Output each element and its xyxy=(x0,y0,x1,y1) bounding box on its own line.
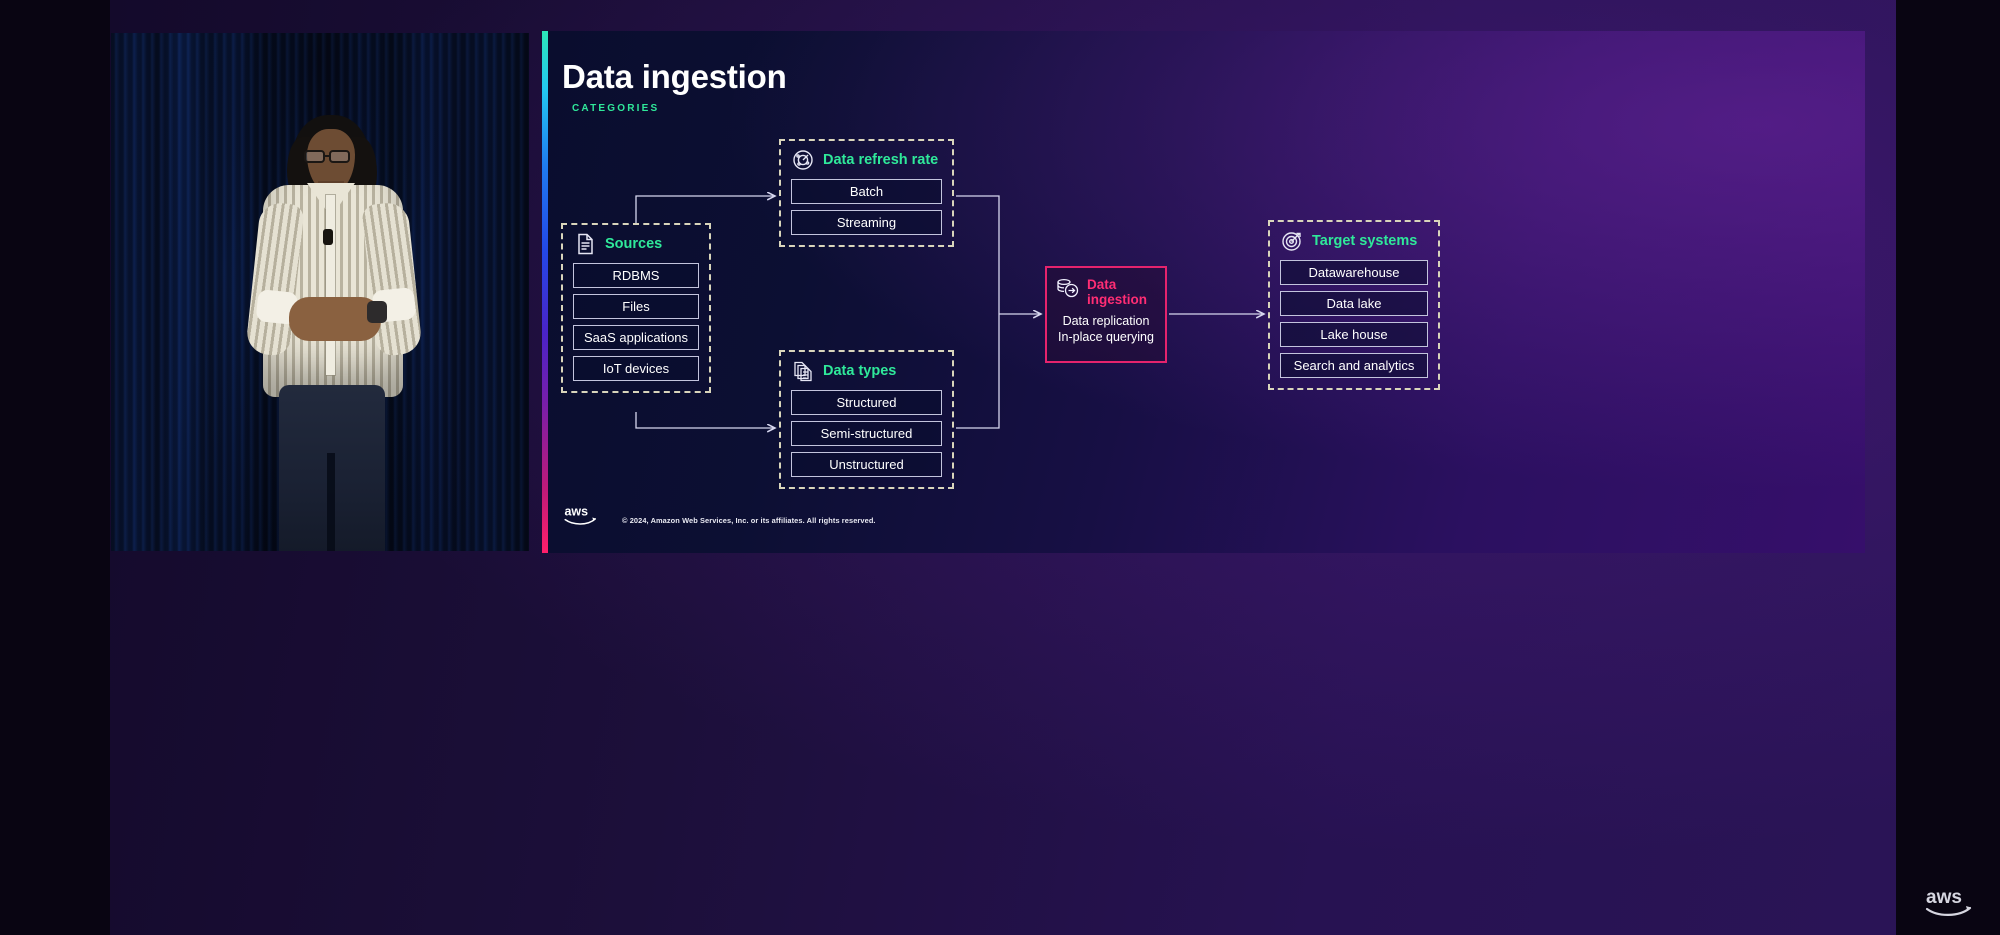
target-icon xyxy=(1280,229,1304,253)
data-ingestion-title-line2: ingestion xyxy=(1087,292,1147,307)
slide-accent-bar xyxy=(542,31,548,553)
group-types-title: Data types xyxy=(823,363,897,379)
chip-structured[interactable]: Structured xyxy=(791,390,942,415)
group-target-title: Target systems xyxy=(1312,233,1418,249)
slide-pane: Data ingestion CATEGORIES Sources RDBMS … xyxy=(542,31,1865,553)
chip-files[interactable]: Files xyxy=(573,294,699,319)
slide-subtitle: CATEGORIES xyxy=(572,103,660,114)
data-ingestion-title-line1: Data xyxy=(1087,277,1117,292)
box-data-ingestion[interactable]: Data ingestion Data replication In-place… xyxy=(1045,266,1167,363)
chip-lake-house[interactable]: Lake house xyxy=(1280,322,1428,347)
chip-unstructured[interactable]: Unstructured xyxy=(791,452,942,477)
documents-stack-icon xyxy=(791,359,815,383)
group-refresh-title: Data refresh rate xyxy=(823,152,939,168)
page-title: Data ingestion xyxy=(562,58,787,95)
copyright-text: © 2024, Amazon Web Services, Inc. or its… xyxy=(622,516,876,525)
data-ingestion-details: Data replication In-place querying xyxy=(1055,314,1157,345)
chip-data-lake[interactable]: Data lake xyxy=(1280,291,1428,316)
connector-lines xyxy=(635,31,1865,553)
group-data-types[interactable]: Data types Structured Semi-structured Un… xyxy=(779,350,954,489)
group-types-header: Data types xyxy=(791,358,942,384)
watermark-aws-logo-icon: aws xyxy=(1922,885,1982,919)
chip-batch[interactable]: Batch xyxy=(791,179,942,204)
group-target-systems[interactable]: Target systems Datawarehouse Data lake L… xyxy=(1268,220,1440,390)
lapel-mic-icon xyxy=(323,229,333,245)
glasses-icon xyxy=(304,150,358,163)
chip-datawarehouse[interactable]: Datawarehouse xyxy=(1280,260,1428,285)
group-data-refresh-rate[interactable]: Data refresh rate Batch Streaming xyxy=(779,139,954,247)
chip-iot-devices[interactable]: IoT devices xyxy=(573,356,699,381)
group-sources[interactable]: Sources RDBMS Files SaaS applications Io… xyxy=(561,223,711,393)
chip-rdbms[interactable]: RDBMS xyxy=(573,263,699,288)
chip-saas-applications[interactable]: SaaS applications xyxy=(573,325,699,350)
group-sources-title: Sources xyxy=(605,236,663,252)
data-ingestion-header: Data ingestion xyxy=(1055,276,1157,307)
presentation-screen: Data ingestion CATEGORIES Sources RDBMS … xyxy=(0,0,2000,935)
chip-semi-structured[interactable]: Semi-structured xyxy=(791,421,942,446)
detail-data-replication: Data replication xyxy=(1062,314,1150,328)
detail-in-place-querying: In-place querying xyxy=(1058,329,1154,344)
presenter-video xyxy=(111,33,529,551)
chip-search-and-analytics[interactable]: Search and analytics xyxy=(1280,353,1428,378)
group-refresh-header: Data refresh rate xyxy=(791,147,942,173)
presenter-figure xyxy=(111,33,529,551)
group-target-header: Target systems xyxy=(1280,228,1428,254)
database-arrow-icon xyxy=(1055,276,1081,302)
aws-logo-icon: aws xyxy=(563,503,607,529)
chip-streaming[interactable]: Streaming xyxy=(791,210,942,235)
svg-text:aws: aws xyxy=(1926,887,1962,908)
radar-icon xyxy=(791,148,815,172)
data-ingestion-title: Data ingestion xyxy=(1087,276,1147,307)
wristwatch-icon xyxy=(367,301,387,323)
svg-text:aws: aws xyxy=(564,504,588,518)
group-sources-header: Sources xyxy=(573,231,699,257)
document-icon xyxy=(573,232,597,256)
